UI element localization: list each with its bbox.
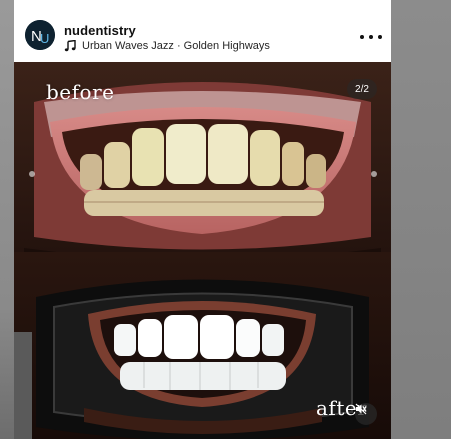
speaker-glyph [355,403,367,415]
speaker-muted-icon[interactable] [355,403,377,425]
audio-row[interactable]: Urban Waves Jazz · Golden Highways [64,39,270,53]
more-dot [369,35,373,39]
audio-track: Urban Waves Jazz · Golden Highways [82,40,270,52]
background-left [0,0,14,439]
before-after-photo [14,62,391,439]
avatar-letter-u: U [40,31,49,46]
username[interactable]: nudentistry [64,23,136,38]
music-note-icon [64,40,76,52]
carousel-counter: 2/2 [347,79,377,99]
more-dot [360,35,364,39]
avatar-logo: N U [25,20,55,50]
post-card: N U nudentistry Urban Waves Jazz · Golde… [14,0,391,439]
more-options-icon[interactable] [360,28,382,46]
avatar[interactable]: N U [25,20,55,50]
post-image[interactable]: before 2/2 after [14,62,391,439]
background-right [391,0,451,439]
before-label: before [46,80,115,104]
more-dot [378,35,382,39]
post-header: N U nudentistry Urban Waves Jazz · Golde… [14,0,391,62]
